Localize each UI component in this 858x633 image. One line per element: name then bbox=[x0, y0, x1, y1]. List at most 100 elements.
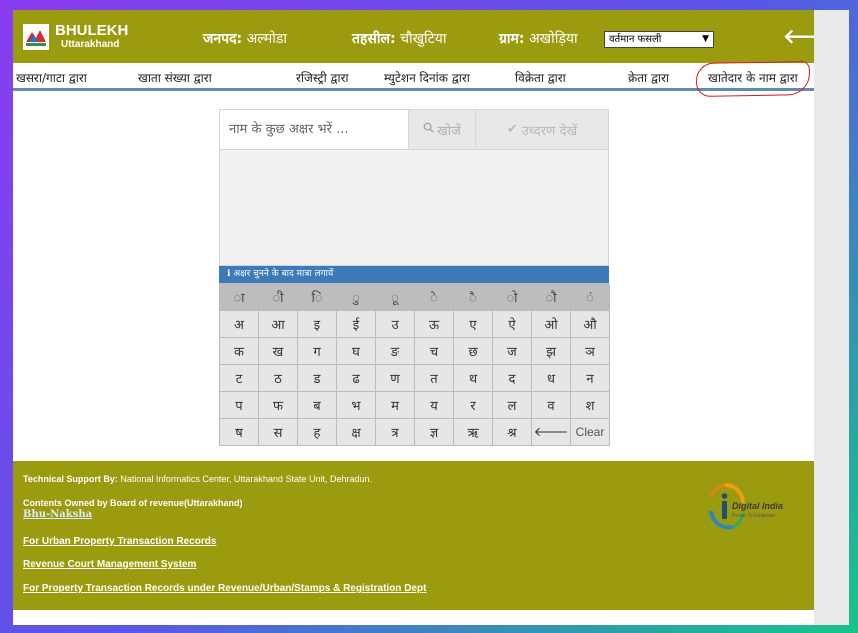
search-button[interactable]: खोजें bbox=[408, 110, 475, 149]
consonant-key[interactable]: स bbox=[259, 419, 298, 446]
vowel-key[interactable]: ऊ bbox=[415, 311, 454, 338]
bhu-naksha-line: Bhu-Naksha bbox=[23, 509, 92, 520]
nav-item-seller[interactable]: विक्रेता द्वारा bbox=[515, 69, 566, 86]
nav-item-registry[interactable]: रजिस्ट्री द्वारा bbox=[296, 69, 349, 86]
consonant-key[interactable]: ज bbox=[493, 338, 532, 365]
consonant-key[interactable]: ढ bbox=[337, 365, 376, 392]
matra-key[interactable]: ो bbox=[493, 284, 532, 311]
consonant-key[interactable]: त्र bbox=[376, 419, 415, 446]
chevron-down-icon: ▼ bbox=[702, 34, 709, 44]
digital-india-logo: Digital India Power To Empower bbox=[705, 477, 795, 537]
district-info: जनपद: अल्मोडा bbox=[203, 29, 287, 48]
revenue-court-link[interactable]: Revenue Court Management System bbox=[23, 559, 196, 570]
property-records-link[interactable]: For Property Transaction Records under R… bbox=[23, 583, 426, 594]
vowel-key[interactable]: ए bbox=[454, 311, 493, 338]
clear-key[interactable]: Clear bbox=[571, 419, 610, 446]
matra-key[interactable]: ै bbox=[454, 284, 493, 311]
matra-key[interactable]: ा bbox=[220, 284, 259, 311]
logo-title: BHULEKH bbox=[55, 22, 129, 39]
nav-item-khata[interactable]: खाता संख्या द्वारा bbox=[138, 69, 212, 86]
digital-india-text: Digital India bbox=[732, 501, 784, 511]
matra-key[interactable]: ी bbox=[259, 284, 298, 311]
consonant-key[interactable]: न bbox=[571, 365, 610, 392]
tech-support-label: Technical Support By: bbox=[23, 474, 118, 484]
vowel-key[interactable]: ई bbox=[337, 311, 376, 338]
consonant-key[interactable]: झ bbox=[532, 338, 571, 365]
village-label: ग्राम: bbox=[499, 31, 525, 47]
backspace-arrow-icon[interactable]: 🡐 bbox=[532, 419, 571, 446]
consonant-key[interactable]: ज्ञ bbox=[415, 419, 454, 446]
village-info: ग्राम: अखोड़िया bbox=[499, 29, 578, 48]
consonant-key[interactable]: क्ष bbox=[337, 419, 376, 446]
vowel-key[interactable]: आ bbox=[259, 311, 298, 338]
results-list[interactable] bbox=[219, 150, 609, 266]
consonant-key[interactable]: श bbox=[571, 392, 610, 419]
consonant-key[interactable]: च bbox=[415, 338, 454, 365]
consonant-key[interactable]: द bbox=[493, 365, 532, 392]
consonant-key[interactable]: ङ bbox=[376, 338, 415, 365]
vowel-key[interactable]: औ bbox=[571, 311, 610, 338]
consonant-key[interactable]: ह bbox=[298, 419, 337, 446]
nav-item-mutation-date[interactable]: म्युटेशन दिनांक द्वारा bbox=[384, 69, 470, 86]
logo-subtitle: Uttarakhand bbox=[61, 39, 120, 50]
tech-support-value: National Informatics Center, Uttarakhand… bbox=[120, 474, 372, 484]
vowel-key[interactable]: ऐ bbox=[493, 311, 532, 338]
keyboard-hint: ℹ अक्षर चुनने के बाद मात्रा लगायें bbox=[219, 266, 609, 283]
consonant-key[interactable]: ध bbox=[532, 365, 571, 392]
consonant-key[interactable]: ग bbox=[298, 338, 337, 365]
season-select-value: वर्तमान फसली bbox=[609, 34, 662, 45]
consonant-key[interactable]: त bbox=[415, 365, 454, 392]
view-record-button[interactable]: ✔ उध्दरण देखें bbox=[475, 110, 608, 149]
consonant-key[interactable]: म bbox=[376, 392, 415, 419]
consonant-key[interactable]: घ bbox=[337, 338, 376, 365]
bhulekh-logo[interactable]: BHULEKH Uttarakhand bbox=[23, 20, 144, 53]
vowel-key[interactable]: इ bbox=[298, 311, 337, 338]
consonant-key[interactable]: ट bbox=[220, 365, 259, 392]
urban-property-link[interactable]: For Urban Property Transaction Records bbox=[23, 536, 216, 547]
district-label: जनपद: bbox=[203, 31, 243, 47]
bhu-naksha-link[interactable]: Bhu-Naksha bbox=[23, 509, 92, 520]
nav-item-buyer[interactable]: क्रेता द्वारा bbox=[628, 69, 669, 86]
search-icon bbox=[423, 122, 434, 137]
footer: Technical Support By: National Informati… bbox=[13, 461, 814, 610]
hindi-keyboard: ाीिुूेैोौं अ आ इ ई उ ऊ ए ऐ ओ औ क ख ग घ ङ च छ ज झ ञ ट ठ ड ढ ण त थ द ध न… bbox=[219, 283, 610, 446]
digital-india-tagline: Power To Empower bbox=[732, 513, 776, 519]
consonant-key[interactable]: र bbox=[454, 392, 493, 419]
vowel-key[interactable]: उ bbox=[376, 311, 415, 338]
matra-key[interactable]: ं bbox=[571, 284, 610, 311]
matra-key[interactable]: ि bbox=[298, 284, 337, 311]
consonant-key[interactable]: व bbox=[532, 392, 571, 419]
consonant-key[interactable]: फ bbox=[259, 392, 298, 419]
season-select[interactable]: वर्तमान फसली ▼ bbox=[604, 31, 714, 48]
vowel-key[interactable]: अ bbox=[220, 311, 259, 338]
consonant-key[interactable]: ठ bbox=[259, 365, 298, 392]
matra-key[interactable]: े bbox=[415, 284, 454, 311]
consonant-key[interactable]: श्र bbox=[493, 419, 532, 446]
consonant-key[interactable]: ख bbox=[259, 338, 298, 365]
consonant-key[interactable]: ल bbox=[493, 392, 532, 419]
matra-key[interactable]: ू bbox=[376, 284, 415, 311]
matra-key[interactable]: ौ bbox=[532, 284, 571, 311]
nav-item-khasra[interactable]: खसरा/गाटा द्वारा bbox=[16, 69, 87, 86]
consonant-key[interactable]: ड bbox=[298, 365, 337, 392]
contents-owned-by: Contents Owned by Board of revenue(Uttar… bbox=[23, 498, 243, 508]
name-search-input[interactable] bbox=[220, 110, 408, 149]
uttarakhand-emblem-icon bbox=[23, 23, 49, 50]
consonant-key[interactable]: क bbox=[220, 338, 259, 365]
red-highlight-circle bbox=[695, 61, 811, 97]
consonant-key[interactable]: य bbox=[415, 392, 454, 419]
consonant-key[interactable]: ब bbox=[298, 392, 337, 419]
consonant-key[interactable]: ष bbox=[220, 419, 259, 446]
matra-key[interactable]: ु bbox=[337, 284, 376, 311]
consonant-key[interactable]: थ bbox=[454, 365, 493, 392]
consonant-key[interactable]: ञ bbox=[571, 338, 610, 365]
tehsil-info: तहसील: चौखुटिया bbox=[352, 29, 446, 48]
consonant-key[interactable]: छ bbox=[454, 338, 493, 365]
consonant-key[interactable]: ण bbox=[376, 365, 415, 392]
consonant-key[interactable]: प bbox=[220, 392, 259, 419]
search-button-label: खोजें bbox=[437, 123, 461, 139]
page-scrollbar[interactable] bbox=[814, 10, 849, 625]
consonant-key[interactable]: भ bbox=[337, 392, 376, 419]
vowel-key[interactable]: ओ bbox=[532, 311, 571, 338]
consonant-key[interactable]: ऋ bbox=[454, 419, 493, 446]
